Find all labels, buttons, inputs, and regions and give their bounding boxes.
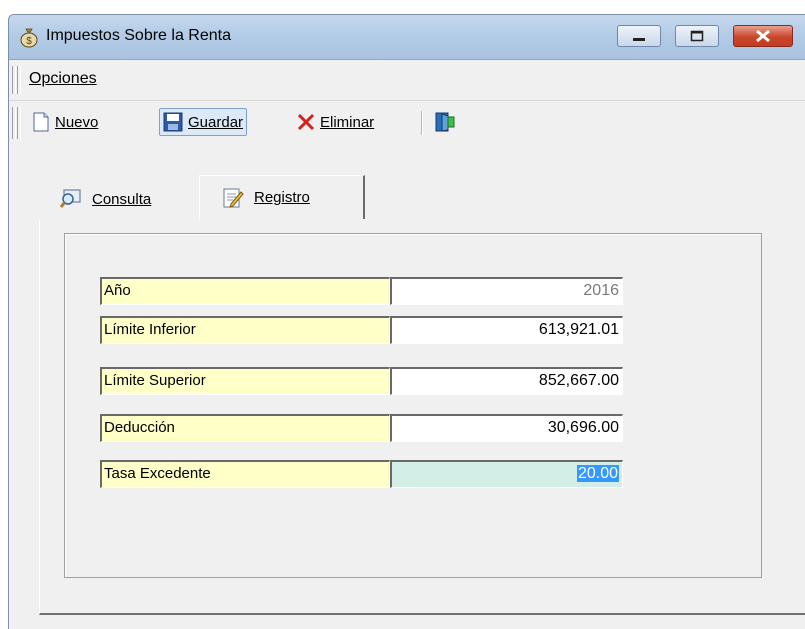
window-title: Impuestos Sobre la Renta <box>46 27 231 44</box>
limite-inferior-field[interactable]: 613,921.01 <box>390 316 623 344</box>
toolbar-separator <box>421 111 423 135</box>
floppy-disk-icon <box>163 112 183 132</box>
title-bar[interactable]: $ Impuestos Sobre la Renta <box>9 15 805 60</box>
field-label-deduccion: Deducción <box>100 414 390 442</box>
field-label-anio: Año <box>100 277 390 305</box>
menu-opciones[interactable]: Opciones <box>29 70 97 88</box>
nuevo-button[interactable]: Nuevo <box>29 108 101 136</box>
limite-superior-field[interactable]: 852,667.00 <box>390 367 623 395</box>
menu-bar: Opciones <box>9 60 805 101</box>
tab-consulta[interactable]: Consulta <box>46 181 206 217</box>
svg-text:$: $ <box>26 36 32 47</box>
anio-field[interactable]: 2016 <box>390 277 623 305</box>
selected-text: 20.00 <box>576 465 619 482</box>
close-button[interactable] <box>733 25 793 47</box>
menu-grip <box>12 66 16 94</box>
eliminar-button[interactable]: Eliminar <box>294 108 377 136</box>
close-icon <box>756 29 770 43</box>
field-label-tasa-excedente: Tasa Excedente <box>100 460 390 488</box>
minimize-icon <box>633 38 645 41</box>
minimize-button[interactable] <box>617 25 661 47</box>
toolbar-grip <box>12 107 16 139</box>
edit-document-icon <box>223 188 244 208</box>
magnifier-icon <box>60 189 81 208</box>
menu-grip <box>17 66 21 94</box>
tab-registro[interactable]: Registro <box>199 175 365 219</box>
exit-door-icon <box>435 112 455 132</box>
maximize-icon <box>690 30 704 42</box>
field-label-limite-inferior: Límite Inferior <box>100 316 390 344</box>
toolbar-grip <box>17 107 21 139</box>
delete-x-icon <box>297 113 315 131</box>
field-label-limite-superior: Límite Superior <box>100 367 390 395</box>
maximize-button[interactable] <box>675 25 719 47</box>
new-document-icon <box>33 112 49 132</box>
deduccion-field[interactable]: 30,696.00 <box>390 414 623 442</box>
tasa-excedente-field[interactable]: 20.00 <box>390 460 623 488</box>
money-bag-icon: $ <box>20 28 38 48</box>
guardar-button[interactable]: Guardar <box>159 108 248 136</box>
main-window: $ Impuestos Sobre la Renta Opciones Nuev… <box>8 14 805 629</box>
exit-button[interactable] <box>431 108 464 136</box>
toolbar: Nuevo Guardar Eliminar <box>9 101 805 145</box>
